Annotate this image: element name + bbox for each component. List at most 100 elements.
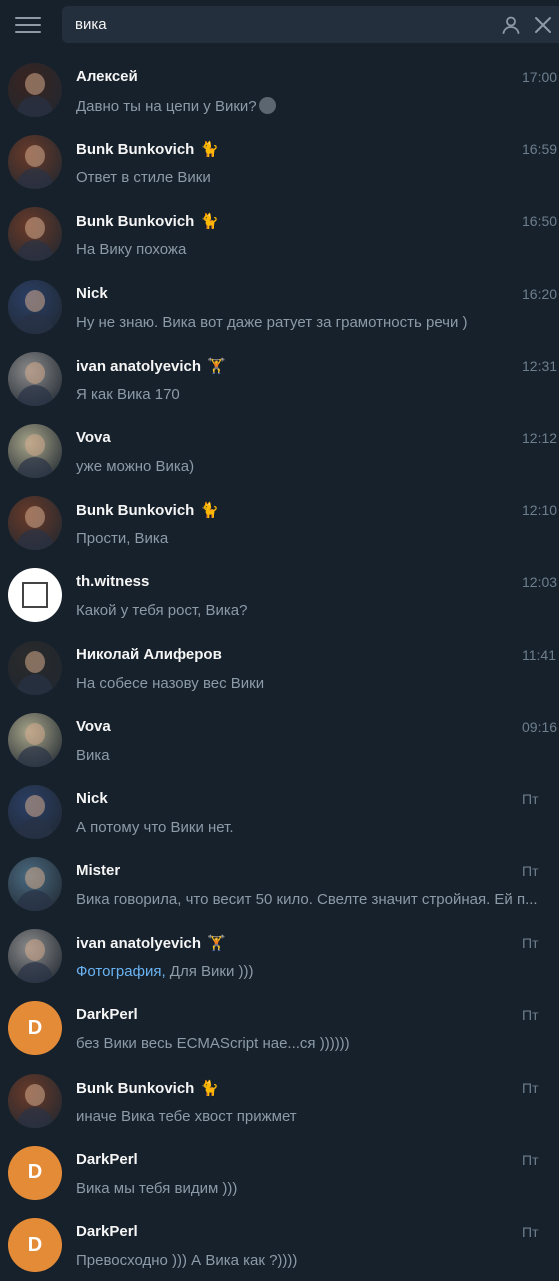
chat-name-text: DarkPerl xyxy=(76,1006,138,1024)
message-preview: Вика говорила, что весит 50 кило. Свелте… xyxy=(76,891,556,908)
message-preview: Вика xyxy=(76,747,556,764)
search-result-row[interactable]: Nick 16:20 Ну не знаю. Вика вот даже ратуе… xyxy=(0,271,559,343)
chat-name-text: Vova xyxy=(76,428,111,446)
search-result-row[interactable]: D DarkPerl Пт Превосходно ))) А Вика как ?)… xyxy=(0,1209,559,1281)
search-result-row[interactable]: Vova 09:16 Вика xyxy=(0,704,559,776)
message-time: 12:31 xyxy=(522,357,558,374)
message-text: Вика xyxy=(76,746,110,764)
chat-name: Mister xyxy=(76,862,120,879)
avatar-letter: D xyxy=(27,1161,43,1184)
chat-name-text: Bunk Bunkovich xyxy=(76,502,195,520)
message-text: Прости, Вика xyxy=(76,530,169,548)
avatar xyxy=(8,207,62,262)
message-text: Какой у тебя рост, Вика? xyxy=(76,602,248,620)
avatar: D xyxy=(8,1218,62,1272)
chat-name: Николай Алиферов xyxy=(76,646,222,663)
search-result-row[interactable]: th.witness 12:03 Какой у тебя рост, Вика? xyxy=(0,559,559,631)
chat-name-text: Николай Алиферов xyxy=(76,645,222,663)
message-preview: Давно ты на цепи у Вики? xyxy=(76,97,556,115)
search-result-row[interactable]: Алексей 17:00 Давно ты на цепи у Вики? xyxy=(0,54,559,126)
name-badge-icon: 🏋 xyxy=(207,935,226,953)
message-time: Пт xyxy=(522,935,539,952)
search-input[interactable] xyxy=(75,14,475,34)
search-result-row[interactable]: D DarkPerl Пт Вика мы тебя видим ))) xyxy=(0,1137,559,1209)
chat-name: Bunk Bunkovich 🐈 xyxy=(76,501,219,519)
message-text: Вика говорила, что весит 50 кило. Свелте… xyxy=(76,891,538,909)
message-preview: без Вики весь ECMAScript нае...ся )))))) xyxy=(76,1035,556,1052)
user-filter-icon[interactable] xyxy=(500,14,522,36)
chat-name-text: Bunk Bunkovich xyxy=(76,1079,195,1097)
search-result-row[interactable]: Mister Пт Вика говорила, что весит 50 кило… xyxy=(0,848,559,920)
message-preview: На Вику похожа xyxy=(76,241,556,258)
avatar xyxy=(8,640,62,695)
message-preview: уже можно Вика) xyxy=(76,458,556,475)
message-text: уже можно Вика) xyxy=(76,457,195,475)
message-time: Пт xyxy=(522,1224,539,1240)
search-result-row[interactable]: Bunk Bunkovich 🐈 Пт иначе Вика тебе хвост п… xyxy=(0,1065,559,1137)
chat-name-text: Bunk Bunkovich xyxy=(76,213,195,231)
search-result-row[interactable]: Nick Пт А потому что Вики нет. xyxy=(0,776,559,848)
chat-name: DarkPerl xyxy=(76,1223,138,1240)
message-preview: Я как Вика 170 xyxy=(76,386,556,403)
search-result-row[interactable]: D DarkPerl Пт без Вики весь ECMAScript нае.… xyxy=(0,992,559,1064)
message-preview: Прости, Вика xyxy=(76,530,556,547)
message-text: Ответ в стиле Вики xyxy=(76,169,211,187)
search-result-row[interactable]: Bunk Bunkovich 🐈 12:10 Прости, Вика xyxy=(0,487,559,559)
chat-name: DarkPerl xyxy=(76,1151,138,1168)
chat-name-text: DarkPerl xyxy=(76,1223,138,1240)
avatar: D xyxy=(8,1001,62,1056)
message-text: Для Вики ))) xyxy=(165,963,254,981)
search-result-row[interactable]: Bunk Bunkovich 🐈 16:59 Ответ в стиле Вики xyxy=(0,126,559,198)
message-preview: А потому что Вики нет. xyxy=(76,819,556,836)
search-result-row[interactable]: Vova 12:12 уже можно Вика) xyxy=(0,415,559,487)
name-badge-icon: 🐈 xyxy=(200,213,220,231)
name-badge-icon: 🐈 xyxy=(200,1079,220,1097)
message-text: На собесе назову вес Вики xyxy=(76,674,265,692)
chat-name-text: Алексей xyxy=(76,68,138,85)
message-text: Вика мы тебя видим ))) xyxy=(76,1179,238,1197)
search-result-row[interactable]: ivan anatolyevich 🏋 Пт Фотография, Для Вики… xyxy=(0,920,559,992)
message-time: 16:59 xyxy=(522,141,558,158)
avatar xyxy=(8,423,62,478)
search-box[interactable] xyxy=(62,6,559,43)
chat-name: ivan anatolyevich 🏋 xyxy=(76,934,226,952)
message-time: Пт xyxy=(522,1007,539,1024)
search-result-row[interactable]: Bunk Bunkovich 🐈 16:50 На Вику похожа xyxy=(0,198,559,270)
name-badge-icon: 🏋 xyxy=(207,357,226,375)
name-badge-icon: 🐈 xyxy=(200,141,220,159)
name-badge-icon: 🐈 xyxy=(200,502,220,520)
message-time: 12:10 xyxy=(522,502,558,519)
chat-name-text: Nick xyxy=(76,789,108,807)
message-preview: Ответ в стиле Вики xyxy=(76,169,556,186)
chat-name: Vova xyxy=(76,429,111,446)
message-text: А потому что Вики нет. xyxy=(76,818,234,836)
chat-name: Nick xyxy=(76,790,108,807)
message-text: Давно ты на цепи у Вики? xyxy=(76,98,257,115)
chat-name: Bunk Bunkovich 🐈 xyxy=(76,1079,219,1097)
avatar xyxy=(8,784,62,839)
message-time: Пт xyxy=(522,790,539,807)
message-time: 16:50 xyxy=(522,213,558,230)
message-text: Превосходно ))) А Вика как ?)))) xyxy=(76,1252,298,1269)
search-result-row[interactable]: Николай Алиферов 11:41 На собесе назову ве… xyxy=(0,632,559,704)
avatar xyxy=(8,135,62,190)
avatar xyxy=(8,568,62,623)
message-preview: На собесе назову вес Вики xyxy=(76,675,556,692)
avatar-letter: D xyxy=(27,1016,43,1039)
message-text: иначе Вика тебе хвост прижмет xyxy=(76,1107,297,1125)
search-result-row[interactable]: ivan anatolyevich 🏋 12:31 Я как Вика 170 xyxy=(0,343,559,415)
smiley-icon xyxy=(258,97,276,114)
message-preview: Какой у тебя рост, Вика? xyxy=(76,602,556,619)
avatar-letter: D xyxy=(27,1233,43,1256)
chat-name-text: Vova xyxy=(76,717,111,735)
message-preview: Вика мы тебя видим ))) xyxy=(76,1180,556,1197)
close-icon[interactable] xyxy=(532,14,554,36)
hamburger-menu-icon[interactable] xyxy=(15,14,41,34)
chat-name: ivan anatolyevich 🏋 xyxy=(76,357,226,375)
avatar: D xyxy=(8,1145,62,1200)
chat-name: Алексей xyxy=(76,68,138,85)
avatar xyxy=(8,279,62,334)
message-time: 12:12 xyxy=(522,429,558,446)
chat-name: Bunk Bunkovich 🐈 xyxy=(76,212,219,230)
message-time: 17:00 xyxy=(522,69,558,85)
